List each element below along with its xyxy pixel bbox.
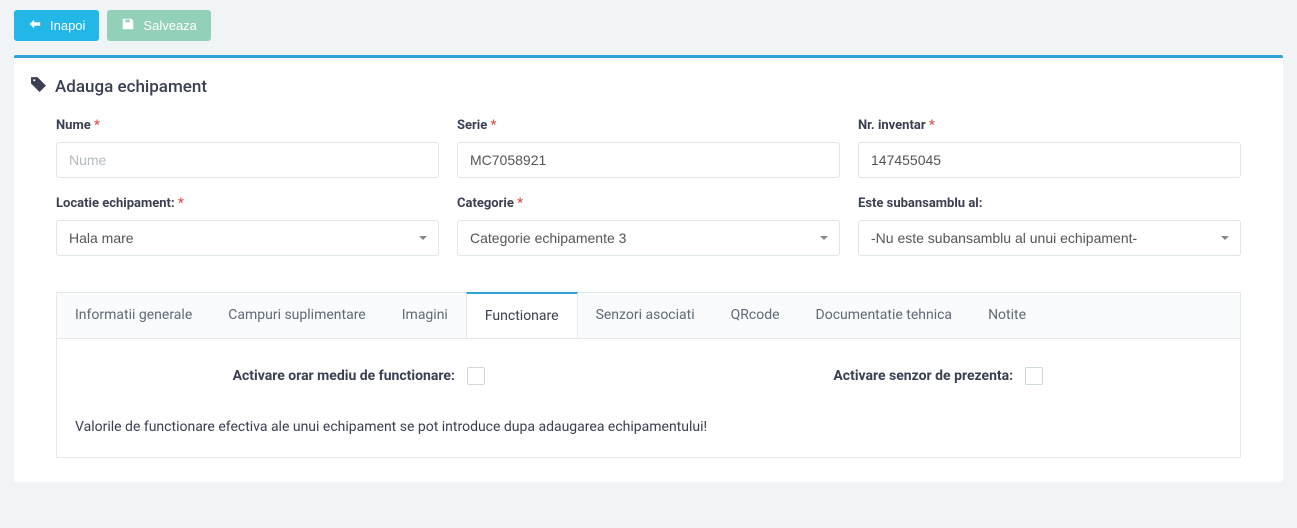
toggle-activare-orar: Activare orar mediu de functionare: (69, 367, 649, 385)
toolbar: Inapoi Salveaza (14, 10, 1283, 41)
panel-title-text: Adauga echipament (55, 77, 207, 97)
input-nume[interactable] (56, 142, 439, 178)
label-subansamblu: Este subansamblu al: (858, 196, 1241, 211)
field-serie: Serie * (457, 118, 840, 178)
back-button[interactable]: Inapoi (14, 10, 99, 41)
field-locatie: Locatie echipament: * (56, 196, 439, 256)
checkbox-activare-senzor[interactable] (1025, 367, 1043, 385)
tab-content-functionare: Activare orar mediu de functionare: Acti… (56, 338, 1241, 458)
toggle-activare-senzor: Activare senzor de prezenta: (649, 367, 1229, 385)
select-locatie-display[interactable] (56, 220, 439, 256)
save-button[interactable]: Salveaza (107, 10, 210, 41)
toggle-activare-senzor-label: Activare senzor de prezenta: (833, 368, 1013, 384)
tag-icon (30, 76, 47, 98)
tab-notite[interactable]: Notite (970, 293, 1044, 338)
tabs-section: Informatii generale Campuri suplimentare… (24, 292, 1273, 458)
select-subansamblu-display[interactable] (858, 220, 1241, 256)
save-button-label: Salveaza (143, 18, 196, 33)
select-categorie-display[interactable] (457, 220, 840, 256)
label-nume: Nume * (56, 118, 439, 133)
tab-senzori-asociati[interactable]: Senzori asociati (578, 293, 713, 338)
page-root: Inapoi Salveaza Adauga echipament Nume *… (0, 0, 1297, 492)
tab-imagini[interactable]: Imagini (384, 293, 466, 338)
select-categorie[interactable] (457, 220, 840, 256)
field-nr-inventar: Nr. inventar * (858, 118, 1241, 178)
label-locatie: Locatie echipament: * (56, 196, 439, 211)
toggle-activare-orar-label: Activare orar mediu de functionare: (233, 368, 455, 384)
tab-informatii-generale[interactable]: Informatii generale (57, 293, 210, 338)
label-categorie: Categorie * (457, 196, 840, 211)
select-subansamblu[interactable] (858, 220, 1241, 256)
back-button-label: Inapoi (50, 18, 85, 33)
input-serie[interactable] (457, 142, 840, 178)
tab-documentatie-tehnica[interactable]: Documentatie tehnica (798, 293, 971, 338)
tab-qrcode[interactable]: QRcode (713, 293, 798, 338)
arrow-left-icon (28, 17, 42, 34)
save-icon (121, 17, 135, 34)
form-panel: Adauga echipament Nume * Serie * Nr. inv… (14, 55, 1283, 482)
tab-functionare[interactable]: Functionare (466, 292, 578, 338)
label-nr-inventar: Nr. inventar * (858, 118, 1241, 133)
field-categorie: Categorie * (457, 196, 840, 256)
tab-campuri-suplimentare[interactable]: Campuri suplimentare (210, 293, 383, 338)
checkbox-activare-orar[interactable] (467, 367, 485, 385)
field-nume: Nume * (56, 118, 439, 178)
form-grid: Nume * Serie * Nr. inventar * Locatie ec… (24, 118, 1273, 256)
toggle-row: Activare orar mediu de functionare: Acti… (69, 367, 1228, 385)
input-nr-inventar[interactable] (858, 142, 1241, 178)
tab-bar: Informatii generale Campuri suplimentare… (56, 292, 1241, 338)
field-subansamblu: Este subansamblu al: (858, 196, 1241, 256)
select-locatie[interactable] (56, 220, 439, 256)
label-serie: Serie * (457, 118, 840, 133)
panel-title: Adauga echipament (24, 76, 1273, 98)
functionare-info-text: Valorile de functionare efectiva ale unu… (69, 419, 1228, 435)
